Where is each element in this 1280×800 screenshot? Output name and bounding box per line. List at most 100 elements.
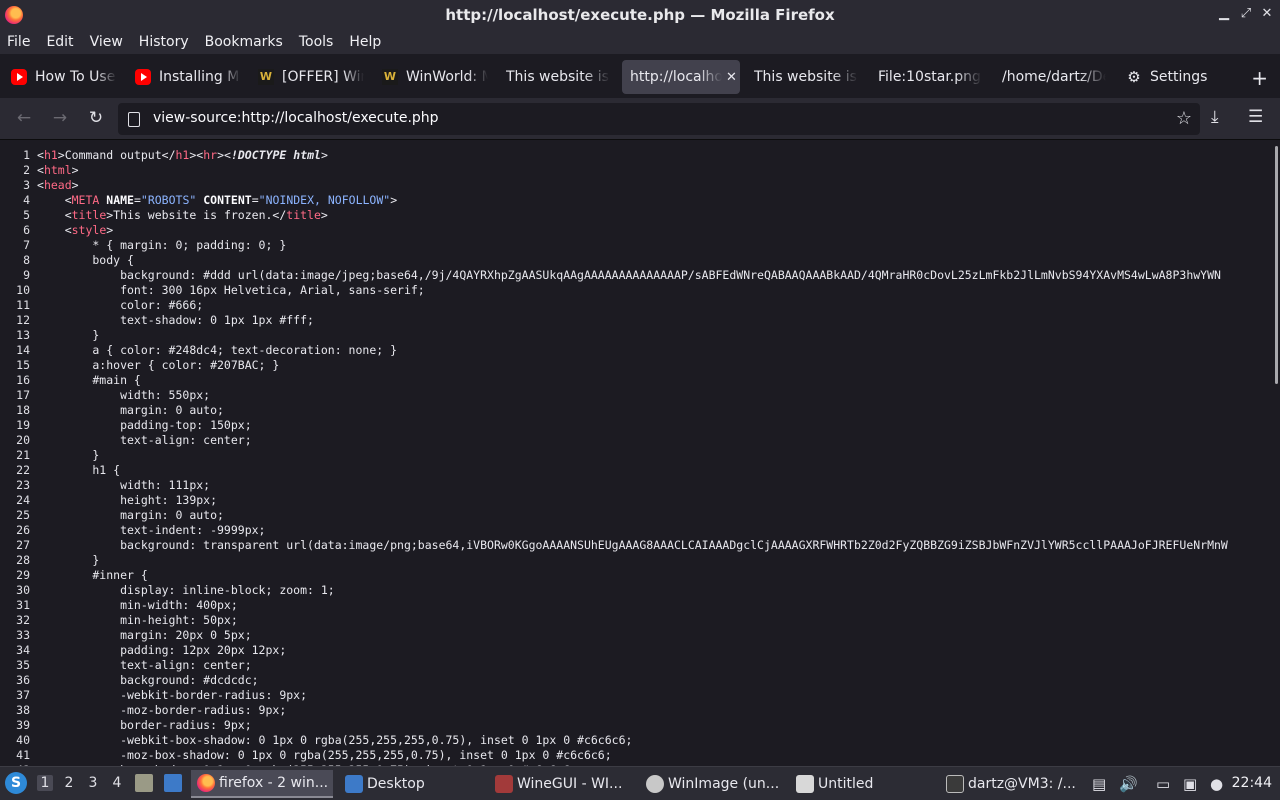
task-winimage[interactable]: WinImage (un... <box>640 770 782 798</box>
task-untitled[interactable]: Untitled <box>790 770 932 798</box>
workspace-1[interactable]: 1 <box>37 775 53 791</box>
tab-installing[interactable]: Installing M <box>127 60 245 94</box>
menu-help[interactable]: Help <box>349 34 381 50</box>
notes-icon[interactable]: ▭ <box>1156 775 1170 793</box>
menu-bookmarks[interactable]: Bookmarks <box>205 34 283 50</box>
source-code-text: <META NAME="ROBOTS" CONTENT="NOINDEX, NO… <box>37 193 398 207</box>
menu-tools[interactable]: Tools <box>299 34 334 50</box>
source-line: 23 width: 111px; <box>0 478 1272 493</box>
source-line: 32 min-height: 50px; <box>0 613 1272 628</box>
terminal-icon <box>946 775 964 793</box>
line-number: 38 <box>16 703 30 717</box>
line-number: 11 <box>16 298 30 312</box>
source-line: 22 h1 { <box>0 463 1272 478</box>
clipboard-icon[interactable]: ▤ <box>1092 775 1106 793</box>
line-number: 5 <box>23 208 30 222</box>
line-number: 14 <box>16 343 30 357</box>
line-number: 25 <box>16 508 30 522</box>
source-code-text: <head> <box>37 178 79 192</box>
source-line: 34 padding: 12px 20px 12px; <box>0 643 1272 658</box>
workspace-4[interactable]: 4 <box>109 775 125 791</box>
close-window-button[interactable]: ✕ <box>1259 6 1275 21</box>
folder-icon <box>345 775 363 793</box>
line-number: 24 <box>16 493 30 507</box>
line-number: 1 <box>23 148 30 162</box>
minimize-button[interactable]: ▁ <box>1216 6 1232 21</box>
gear-icon: ⚙ <box>1127 68 1141 86</box>
forward-icon[interactable]: → <box>48 108 72 128</box>
url-text[interactable]: view-source:http://localhost/execute.php <box>153 110 439 126</box>
maximize-button[interactable]: ⤢ <box>1238 6 1254 21</box>
new-tab-button[interactable]: + <box>1251 66 1268 90</box>
scrollbar[interactable] <box>1272 140 1280 766</box>
task-desktop[interactable]: Desktop <box>339 770 481 798</box>
tab-settings[interactable]: ⚙ Settings <box>1118 60 1218 94</box>
source-code-text: } <box>37 328 100 342</box>
updates-icon[interactable]: ● <box>1210 775 1223 793</box>
source-code-text: display: inline-block; zoom: 1; <box>37 583 335 597</box>
workspace-2[interactable]: 2 <box>61 775 77 791</box>
source-code-text: margin: 20px 0 5px; <box>37 628 252 642</box>
menu-file[interactable]: File <box>7 34 30 50</box>
source-line: 27 background: transparent url(data:imag… <box>0 538 1272 553</box>
show-desktop-icon[interactable] <box>164 774 182 792</box>
winimage-icon <box>646 775 664 793</box>
source-line: 38 -moz-border-radius: 9px; <box>0 703 1272 718</box>
task-firefox[interactable]: firefox - 2 win... <box>191 770 333 798</box>
line-number: 2 <box>23 163 30 177</box>
menu-view[interactable]: View <box>90 34 123 50</box>
tab-website-frozen-2[interactable]: This website is <box>746 60 864 94</box>
tab-localhost-active[interactable]: http://localho ✕ <box>622 60 740 94</box>
wine-icon <box>495 775 513 793</box>
network-icon[interactable]: ▣ <box>1183 775 1197 793</box>
source-code-text: background: #dcdcdc; <box>37 673 259 687</box>
source-line: 17 width: 550px; <box>0 388 1272 403</box>
start-menu-icon[interactable]: S <box>5 772 27 794</box>
line-number: 34 <box>16 643 30 657</box>
scrollbar-thumb[interactable] <box>1275 146 1278 384</box>
reload-icon[interactable]: ↻ <box>84 108 108 128</box>
close-tab-icon[interactable]: ✕ <box>726 70 737 85</box>
source-code-text: min-width: 400px; <box>37 598 238 612</box>
line-number: 13 <box>16 328 30 342</box>
downloads-icon[interactable]: ⤓ <box>1211 107 1219 127</box>
source-code-text: font: 300 16px Helvetica, Arial, sans-se… <box>37 283 425 297</box>
source-line: 6 <style> <box>0 223 1272 238</box>
file-manager-icon[interactable] <box>135 774 153 792</box>
source-line: 14 a { color: #248dc4; text-decoration: … <box>0 343 1272 358</box>
source-code-text: width: 111px; <box>37 478 211 492</box>
source-line: 33 margin: 20px 0 5px; <box>0 628 1272 643</box>
tab-winworld[interactable]: W WinWorld: M <box>374 60 492 94</box>
back-icon[interactable]: ← <box>12 108 36 128</box>
source-line: 30 display: inline-block; zoom: 1; <box>0 583 1272 598</box>
source-line: 36 background: #dcdcdc; <box>0 673 1272 688</box>
source-line: 15 a:hover { color: #207BAC; } <box>0 358 1272 373</box>
line-number: 29 <box>16 568 30 582</box>
line-number: 21 <box>16 448 30 462</box>
tab-home-dartz[interactable]: /home/dartz/De <box>994 60 1112 94</box>
tab-offer[interactable]: W [OFFER] Wir <box>250 60 368 94</box>
task-winegui[interactable]: WineGUI - WI... <box>489 770 631 798</box>
tab-website-frozen[interactable]: This website is <box>498 60 616 94</box>
menu-edit[interactable]: Edit <box>46 34 73 50</box>
hamburger-menu-icon[interactable]: ☰ <box>1248 107 1263 127</box>
tab-10star[interactable]: File:10star.png <box>870 60 988 94</box>
source-line: 12 text-shadow: 0 1px 1px #fff; <box>0 313 1272 328</box>
source-code-text: #main { <box>37 373 141 387</box>
tab-how-to-use[interactable]: How To Use <box>3 60 121 94</box>
source-line: 13 } <box>0 328 1272 343</box>
source-line: 5 <title>This website is frozen.</title> <box>0 208 1272 223</box>
line-number: 37 <box>16 688 30 702</box>
line-number: 9 <box>23 268 30 282</box>
source-line: 31 min-width: 400px; <box>0 598 1272 613</box>
task-terminal[interactable]: dartz@VM3: /... <box>940 770 1082 798</box>
volume-icon[interactable]: 🔊 <box>1119 775 1138 793</box>
line-number: 16 <box>16 373 30 387</box>
workspace-3[interactable]: 3 <box>85 775 101 791</box>
url-bar[interactable]: view-source:http://localhost/execute.php… <box>118 103 1200 135</box>
source-line: 16 #main { <box>0 373 1272 388</box>
bookmark-star-icon[interactable]: ☆ <box>1176 108 1192 129</box>
menu-history[interactable]: History <box>139 34 189 50</box>
source-line: 20 text-align: center; <box>0 433 1272 448</box>
line-number: 23 <box>16 478 30 492</box>
